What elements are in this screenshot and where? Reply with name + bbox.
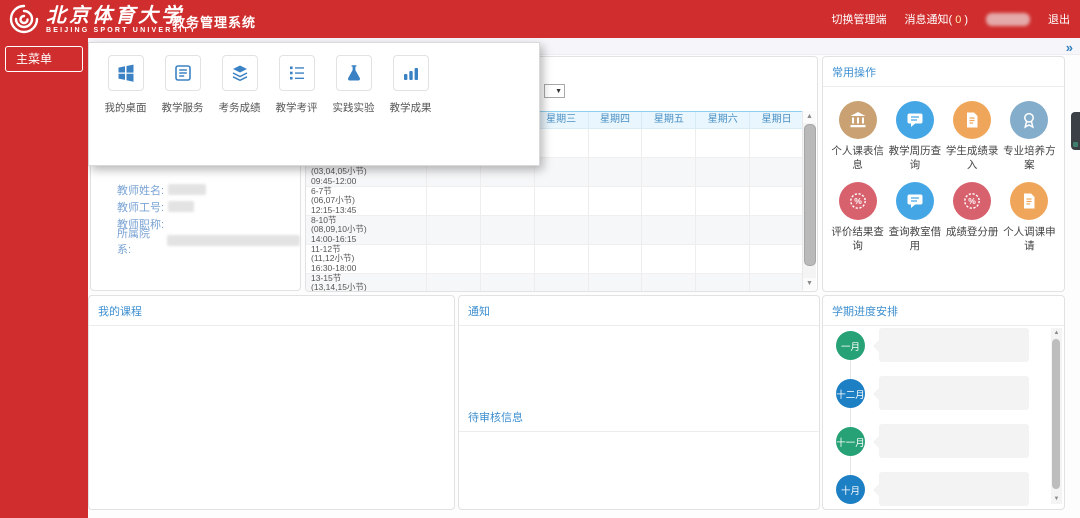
scroll-up-icon[interactable]: ▲ [1051, 328, 1062, 338]
percent-icon: % [953, 182, 992, 220]
percent-icon: % [838, 182, 877, 220]
document-icon [1010, 182, 1049, 220]
evaluation-list-icon [278, 55, 315, 91]
day-header: 星期日 [749, 112, 803, 128]
common-operations-title: 常用操作 [823, 57, 1064, 87]
menu-item-teaching-achievements[interactable]: 教学成果 [382, 55, 439, 115]
desktop-icon [107, 55, 144, 91]
day-header: 星期五 [641, 112, 695, 128]
switch-admin-link[interactable]: 切换管理端 [832, 11, 887, 27]
op-score-register[interactable]: % 成绩登分册 [945, 182, 999, 253]
month-badge: 一月 [836, 331, 865, 360]
timeline-item[interactable]: 一月 [823, 324, 1050, 372]
scroll-down-icon[interactable]: ▼ [803, 278, 816, 290]
notices-card: 通知 待审核信息 [458, 295, 820, 510]
day-header: 星期四 [587, 112, 642, 128]
teacher-id-label: 教师工号: [117, 201, 165, 214]
my-courses-card: 我的课程 [88, 295, 455, 510]
message-notice-link[interactable]: 消息通知(0) [905, 11, 968, 27]
svg-text:%: % [968, 196, 976, 206]
timetable-row: 13-15节 (13,14,15小节) [306, 273, 803, 292]
logout-link[interactable]: 退出 [1048, 11, 1070, 27]
top-bar: 北京体育大学 BEIJING SPORT UNIVERSITY 教务管理系统 切… [0, 0, 1080, 38]
chat-icon [895, 101, 934, 139]
op-teaching-calendar[interactable]: 教学周历查询 [888, 101, 942, 172]
teacher-id-redacted [168, 201, 195, 212]
common-operations-card: 常用操作 个人课表信息 教学周历查询 学生成绩录入 专业培养方案 % 评价结果查… [822, 56, 1065, 292]
medal-icon [1010, 101, 1049, 139]
scrollbar-thumb[interactable] [804, 124, 816, 266]
op-course-change-request[interactable]: 个人调课申请 [1002, 182, 1056, 253]
timeline-item[interactable]: 十月 [823, 468, 1050, 507]
menu-item-teaching-evaluation[interactable]: 教学考评 [268, 55, 325, 115]
semester-timeline: 一月 十二月 十一月 十月 [823, 324, 1050, 507]
collapse-panel-icon[interactable]: » [1066, 40, 1073, 55]
scroll-down-icon[interactable]: ▼ [1051, 494, 1062, 504]
university-logo: 北京体育大学 BEIJING SPORT UNIVERSITY [8, 3, 197, 35]
op-training-program[interactable]: 专业培养方案 [1002, 101, 1056, 172]
op-classroom-borrow[interactable]: 查询教室借用 [888, 182, 942, 253]
month-badge: 十月 [836, 475, 865, 504]
teacher-dept-redacted [166, 235, 300, 246]
op-personal-timetable[interactable]: 个人课表信息 [831, 101, 885, 172]
op-score-entry[interactable]: 学生成绩录入 [945, 101, 999, 172]
main-menu-dropdown-panel: 我的桌面 教学服务 考务成绩 教学考评 实践实验 教学成果 [88, 42, 540, 166]
document-icon [953, 101, 992, 139]
timeline-bubble [873, 376, 1029, 410]
menu-item-teaching-service[interactable]: 教学服务 [154, 55, 211, 115]
timetable-row: 6-7节 (06,07小节) 12:15-13:45 [306, 186, 803, 216]
teaching-service-icon [164, 55, 201, 91]
teacher-name-label: 教师姓名: [117, 184, 165, 197]
month-badge: 十一月 [836, 427, 865, 456]
month-badge: 十二月 [836, 379, 865, 408]
op-evaluation-results[interactable]: % 评价结果查询 [831, 182, 885, 253]
bank-icon [838, 101, 877, 139]
day-header: 星期六 [695, 112, 749, 128]
chat-icon [895, 182, 934, 220]
week-select[interactable]: ▼ [544, 84, 565, 98]
time-slot: 13-15节 (13,14,15小节) [311, 273, 367, 292]
day-header: 星期三 [533, 112, 588, 128]
timeline-bubble [873, 472, 1029, 506]
timeline-bubble [873, 424, 1029, 458]
time-slot: 6-7节 (06,07小节) 12:15-13:45 [311, 186, 357, 215]
notice-count: 0 [955, 14, 962, 26]
timetable-row: 11-12节 (11,12小节) 16:30-18:00 [306, 244, 803, 274]
sidebar: 主菜单 [0, 38, 88, 518]
system-title: 教务管理系统 [172, 15, 257, 30]
semester-scrollbar[interactable]: ▲ ▼ [1051, 328, 1062, 504]
timeline-bubble [873, 328, 1029, 362]
teacher-info-card: 教师姓名: 教师工号: 教师职称: 所属院系: [90, 160, 301, 291]
time-slot: 8-10节 (08,09,10小节) 14:00-16:15 [311, 215, 367, 244]
semester-progress-card: 学期进度安排 一月 十二月 十一月 十月 ▲ ▼ [822, 295, 1065, 510]
side-widget-handle[interactable] [1071, 112, 1080, 150]
sidebar-main-menu[interactable]: 主菜单 [5, 46, 83, 72]
timeline-item[interactable]: 十二月 [823, 372, 1050, 420]
svg-text:%: % [854, 196, 862, 206]
time-slot: 11-12节 (11,12小节) 16:30-18:00 [311, 244, 357, 273]
timetable-scrollbar[interactable]: ▲ ▼ [802, 111, 816, 290]
scroll-up-icon[interactable]: ▲ [803, 111, 816, 123]
menu-item-my-desktop[interactable]: 我的桌面 [97, 55, 154, 115]
semester-progress-title: 学期进度安排 [823, 296, 1064, 326]
flask-icon [335, 55, 372, 91]
pending-review-title: 待审核信息 [459, 402, 819, 432]
bar-chart-icon [392, 55, 429, 91]
menu-item-exam-scores[interactable]: 考务成绩 [211, 55, 268, 115]
menu-item-practice-experiment[interactable]: 实践实验 [325, 55, 382, 115]
teacher-name-redacted [168, 184, 207, 195]
teacher-dept-label: 所属院系: [117, 227, 150, 256]
timetable-row: 8-10节 (08,09,10小节) 14:00-16:15 [306, 215, 803, 245]
swirl-logo-icon [9, 4, 39, 34]
scrollbar-thumb[interactable] [1052, 339, 1060, 489]
my-courses-title: 我的课程 [89, 296, 454, 326]
exam-scores-icon [221, 55, 258, 91]
timeline-item[interactable]: 十一月 [823, 420, 1050, 468]
username-redacted[interactable] [986, 12, 1030, 26]
notices-title: 通知 [459, 296, 819, 326]
